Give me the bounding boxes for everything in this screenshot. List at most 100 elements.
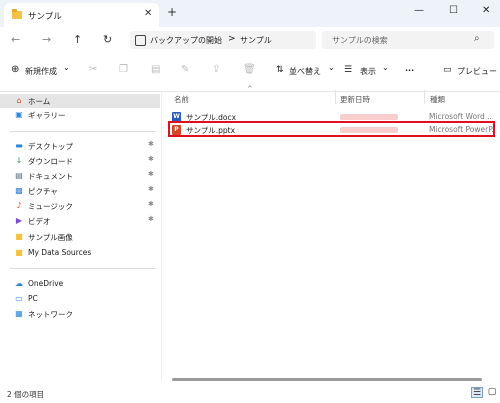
sidebar-item-pc[interactable]: ▭ PC: [0, 292, 160, 306]
column-header-name[interactable]: 名前: [174, 94, 189, 105]
minimize-button[interactable]: —: [414, 5, 424, 16]
pc-icon: ▭: [15, 294, 23, 303]
column-header-type[interactable]: 種類: [430, 94, 445, 105]
details-view-button[interactable]: ☰: [471, 387, 483, 398]
sidebar-item-label: ネットワーク: [28, 310, 73, 319]
folder-icon: ■: [15, 232, 23, 241]
view-button[interactable]: 表示: [360, 66, 376, 77]
sidebar-divider: [10, 268, 155, 269]
home-icon: ⌂: [16, 96, 22, 105]
new-caret-icon[interactable]: ⌄: [63, 63, 70, 72]
sidebar-item-label: ビデオ: [28, 217, 51, 226]
title-bar: サンプル ✕ + — ☐ ✕: [0, 0, 500, 27]
pin-icon[interactable]: ✱: [148, 185, 154, 193]
pictures-icon: ▩: [15, 186, 23, 195]
cut-icon[interactable]: ✂: [89, 64, 97, 75]
sidebar-item-label: ギャラリー: [28, 111, 66, 120]
item-count-status: 2 個の項目: [7, 390, 45, 399]
forward-button[interactable]: →: [42, 33, 51, 46]
copy-icon[interactable]: ❐: [119, 64, 128, 75]
videos-icon: ▶: [15, 216, 23, 225]
documents-icon: ▤: [15, 171, 23, 180]
column-divider[interactable]: [424, 90, 425, 104]
sidebar-item-onedrive[interactable]: ☁ OneDrive: [0, 277, 160, 291]
sidebar-item-network[interactable]: ▦ ネットワーク: [0, 307, 160, 321]
horizontal-scrollbar[interactable]: [172, 378, 482, 381]
file-date-redacted: [340, 114, 398, 120]
pin-icon[interactable]: ✱: [148, 155, 154, 163]
sidebar-item-label: ホーム: [28, 97, 51, 106]
sort-caret-icon[interactable]: ⌄: [328, 63, 335, 72]
sidebar-item-music[interactable]: ♪ ミュージック ✱: [0, 199, 160, 213]
sidebar-item-label: ピクチャ: [28, 187, 58, 196]
preview-icon[interactable]: ▭: [443, 65, 452, 75]
sidebar-item-label: ミュージック: [28, 202, 73, 211]
sort-icon[interactable]: ⇅: [276, 65, 284, 75]
address-bar[interactable]: バックアップの開始 > サンプル: [130, 31, 316, 49]
pin-icon[interactable]: ✱: [148, 140, 154, 148]
sidebar-item-label: My Data Sources: [28, 248, 92, 257]
delete-icon[interactable]: 🗑: [243, 64, 256, 75]
breadcrumb-sample[interactable]: サンプル: [240, 35, 272, 46]
sidebar-item-label: PC: [28, 294, 38, 303]
search-box[interactable]: サンプルの検索 ⌕: [322, 31, 494, 49]
sidebar-item-gallery[interactable]: ▣ ギャラリー: [0, 108, 160, 122]
column-header-date[interactable]: 更新日時: [340, 94, 370, 105]
sidebar-item-sample-images[interactable]: ■ サンプル画像: [0, 230, 160, 244]
sidebar-item-my-data-sources[interactable]: ■ My Data Sources: [0, 246, 160, 260]
view-icon[interactable]: ☰: [344, 65, 352, 75]
new-button[interactable]: 新規作成: [25, 66, 57, 77]
file-type: Microsoft Word ...: [429, 112, 493, 121]
column-divider[interactable]: [335, 90, 336, 104]
share-icon[interactable]: ⇪: [212, 64, 220, 75]
sidebar-item-label: OneDrive: [28, 279, 64, 288]
search-icon[interactable]: ⌕: [474, 33, 480, 44]
onedrive-icon: ☁: [15, 279, 23, 288]
tab-sample[interactable]: サンプル ✕: [4, 3, 159, 27]
music-icon: ♪: [16, 201, 22, 210]
back-button[interactable]: ←: [11, 33, 20, 46]
download-icon: ↓: [15, 156, 23, 165]
sidebar-item-pictures[interactable]: ▩ ピクチャ ✱: [0, 184, 160, 198]
pane-splitter[interactable]: [161, 91, 162, 381]
sidebar-item-label: ドキュメント: [28, 172, 73, 181]
up-button[interactable]: ↑: [73, 33, 82, 46]
desktop-icon: ▬: [15, 141, 23, 150]
preview-button[interactable]: プレビュー: [457, 66, 497, 77]
pin-icon[interactable]: ✱: [148, 215, 154, 223]
sidebar-item-label: デスクトップ: [28, 142, 73, 151]
sidebar-item-home[interactable]: ⌂ ホーム: [0, 94, 160, 108]
sidebar-item-label: ダウンロード: [28, 157, 73, 166]
view-caret-icon[interactable]: ⌄: [382, 63, 389, 72]
sidebar-item-downloads[interactable]: ↓ ダウンロード ✱: [0, 154, 160, 168]
search-placeholder[interactable]: サンプルの検索: [332, 35, 388, 46]
plus-icon[interactable]: ⊕: [11, 64, 19, 75]
sort-button[interactable]: 並べ替え: [289, 66, 321, 77]
network-icon: ▦: [15, 309, 23, 318]
navigation-bar: ← → ↑ ↻ バックアップの開始 > サンプル サンプルの検索 ⌕: [0, 27, 500, 53]
sidebar-item-desktop[interactable]: ▬ デスクトップ ✱: [0, 139, 160, 153]
pin-icon[interactable]: ✱: [148, 170, 154, 178]
sidebar-item-documents[interactable]: ▤ ドキュメント ✱: [0, 169, 160, 183]
breadcrumb-backup[interactable]: バックアップの開始: [150, 35, 222, 46]
paste-icon[interactable]: ▤: [151, 64, 160, 75]
navigation-pane: ⌂ ホーム ▣ ギャラリー ▬ デスクトップ ✱ ↓ ダウンロード ✱ ▤ ドキ…: [0, 91, 160, 371]
refresh-button[interactable]: ↻: [103, 33, 112, 46]
breadcrumb-separator[interactable]: >: [228, 34, 236, 44]
new-tab-button[interactable]: +: [167, 5, 177, 19]
sort-indicator-icon: ⌃: [246, 85, 254, 95]
more-options-button[interactable]: ···: [405, 66, 414, 75]
pin-icon[interactable]: ✱: [148, 200, 154, 208]
tiles-view-button[interactable]: ▢: [486, 387, 498, 398]
maximize-button[interactable]: ☐: [449, 5, 458, 16]
sidebar-item-label: サンプル画像: [28, 233, 73, 242]
sidebar-divider: [10, 131, 155, 132]
pc-icon: [135, 35, 146, 46]
sidebar-item-videos[interactable]: ▶ ビデオ ✱: [0, 214, 160, 228]
close-window-button[interactable]: ✕: [482, 5, 490, 16]
folder-icon: [12, 9, 22, 19]
tab-close-button[interactable]: ✕: [144, 8, 152, 19]
folder-icon: ■: [15, 248, 23, 257]
highlight-box: [168, 121, 495, 137]
rename-icon[interactable]: ✎: [181, 64, 189, 75]
